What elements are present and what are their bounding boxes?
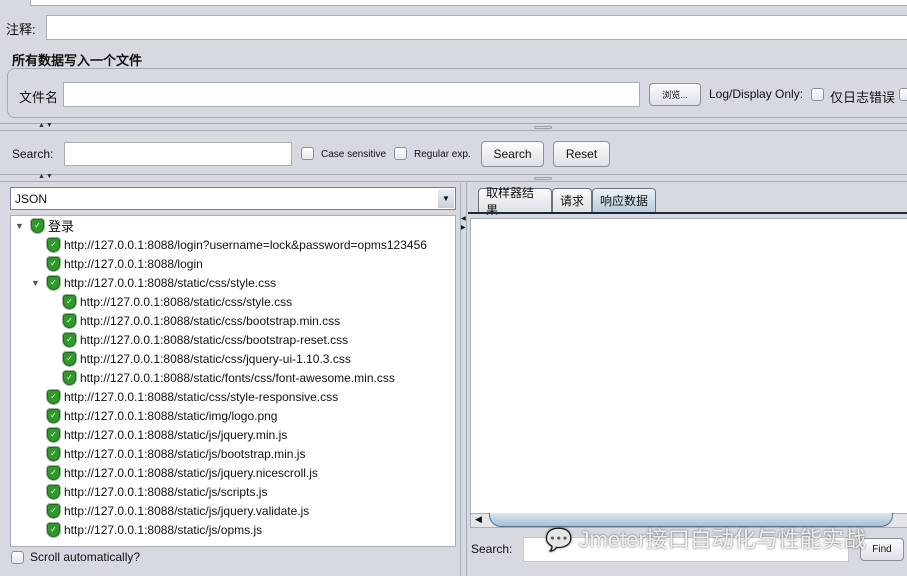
tree-item-label: http://127.0.0.1:8088/static/fonts/css/f… <box>80 370 395 385</box>
tree-item-label: http://127.0.0.1:8088/static/css/bootstr… <box>80 313 341 328</box>
scroll-auto-checkbox[interactable] <box>11 551 24 564</box>
tree-item[interactable]: ✓ http://127.0.0.1:8088/static/js/jquery.… <box>47 463 318 482</box>
collapse-arrows-icon[interactable]: ▲▼ <box>38 173 54 180</box>
collapse-arrows-icon[interactable]: ▲▼ <box>38 122 54 129</box>
reset-button[interactable]: Reset <box>553 141 610 167</box>
expand-icon[interactable]: ▼ <box>15 221 25 231</box>
success-shield-icon: ✓ <box>47 522 60 537</box>
tree-item[interactable]: ✓ http://127.0.0.1:8088/static/css/bootst… <box>63 330 348 349</box>
tree-item-label: http://127.0.0.1:8088/static/img/logo.pn… <box>64 408 278 423</box>
tree-item[interactable]: ✓ http://127.0.0.1:8088/static/js/jquery.… <box>47 501 309 520</box>
success-shield-icon: ✓ <box>47 256 60 271</box>
errors-only-label: 仅日志错误 <box>830 90 896 105</box>
results-tree[interactable]: ▼ ✓ 登录 ✓ http://127.0.0.1:8088/login?userna… <box>10 215 456 547</box>
grip-icon <box>534 177 552 180</box>
tree-item-label: http://127.0.0.1:8088/static/js/bootstra… <box>64 446 306 461</box>
renderer-select[interactable]: JSON ▼ <box>10 187 456 210</box>
renderer-selected: JSON <box>15 191 48 206</box>
tab-0[interactable]: 取样器结果 <box>478 186 552 217</box>
successes-checkbox[interactable] <box>899 88 907 101</box>
search-label: Search: <box>12 147 54 161</box>
tree-item-label: http://127.0.0.1:8088/static/js/jquery.v… <box>64 503 310 518</box>
success-shield-icon: ✓ <box>31 218 44 233</box>
scroll-auto-label: Scroll automatically? <box>30 550 141 564</box>
splitter-middle[interactable]: ▲▼ <box>0 173 907 182</box>
success-shield-icon: ✓ <box>47 389 60 404</box>
regex-checkbox[interactable] <box>394 147 407 160</box>
case-sensitive-checkbox[interactable] <box>301 147 314 160</box>
tree-item-label: http://127.0.0.1:8088/static/js/jquery.m… <box>64 427 288 442</box>
success-shield-icon: ✓ <box>47 408 60 423</box>
response-area[interactable] <box>470 218 907 514</box>
filename-input[interactable] <box>63 82 640 107</box>
tab-2[interactable]: 响应数据 <box>592 188 656 212</box>
success-shield-icon: ✓ <box>47 484 60 499</box>
tree-item[interactable]: ✓ http://127.0.0.1:8088/static/css/style.… <box>63 292 292 311</box>
tree-item-label: http://127.0.0.1:8088/static/css/style.c… <box>80 294 293 309</box>
success-shield-icon: ✓ <box>63 294 76 309</box>
tree-item-label: http://127.0.0.1:8088/static/css/style-r… <box>64 389 339 404</box>
tree-item-label: http://127.0.0.1:8088/static/js/opms.js <box>64 522 263 537</box>
comment-field[interactable] <box>46 15 907 40</box>
expand-icon[interactable]: ▼ <box>31 278 41 288</box>
browse-button[interactable]: 浏览... <box>649 83 701 106</box>
tree-root[interactable]: ▼ ✓ 登录 <box>15 216 74 235</box>
success-shield-icon: ✓ <box>47 465 60 480</box>
success-shield-icon: ✓ <box>47 446 60 461</box>
regex-label: Regular exp. <box>414 149 471 160</box>
success-shield-icon: ✓ <box>63 332 76 347</box>
tree-item[interactable]: ✓ http://127.0.0.1:8088/static/css/bootst… <box>63 311 340 330</box>
tree-root-label: 登录 <box>48 219 75 234</box>
success-shield-icon: ✓ <box>47 275 60 290</box>
tree-item-label: http://127.0.0.1:8088/static/js/scripts.… <box>64 484 268 499</box>
response-search-label: Search: <box>471 542 513 556</box>
tree-item[interactable]: ✓ http://127.0.0.1:8088/static/js/jquery.… <box>47 425 287 444</box>
name-field[interactable] <box>30 0 907 6</box>
filename-label: 文件名 <box>19 90 59 105</box>
comment-label: 注释: <box>6 22 36 37</box>
success-shield-icon: ✓ <box>63 351 76 366</box>
section-title: 所有数据写入一个文件 <box>12 53 143 68</box>
split-arrows-icon[interactable]: ◀ ▶ <box>461 215 466 233</box>
tree-item-label: http://127.0.0.1:8088/login <box>64 256 203 271</box>
success-shield-icon: ✓ <box>47 427 60 442</box>
tree-item[interactable]: ✓ http://127.0.0.1:8088/static/css/jquery… <box>63 349 351 368</box>
success-shield-icon: ✓ <box>47 503 60 518</box>
tree-item[interactable]: ✓ http://127.0.0.1:8088/static/css/style-… <box>47 387 338 406</box>
log-display-label: Log/Display Only: <box>709 87 804 101</box>
tree-item-label: http://127.0.0.1:8088/static/js/jquery.n… <box>64 465 318 480</box>
tree-item-label: http://127.0.0.1:8088/static/css/bootstr… <box>80 332 349 347</box>
tree-item[interactable]: ✓ http://127.0.0.1:8088/static/img/logo.p… <box>47 406 277 425</box>
search-button[interactable]: Search <box>481 141 544 167</box>
tree-item[interactable]: ✓ http://127.0.0.1:8088/static/js/scripts… <box>47 482 267 501</box>
wechat-icon: 💬 <box>545 527 573 552</box>
scroll-left-icon[interactable]: ◀ <box>475 514 482 525</box>
tree-item-label: http://127.0.0.1:8088/login?username=loc… <box>64 237 427 252</box>
tree-item[interactable]: ✓ http://127.0.0.1:8088/login <box>47 254 203 273</box>
tree-item[interactable]: ✓ http://127.0.0.1:8088/static/js/bootstr… <box>47 444 305 463</box>
success-shield-icon: ✓ <box>63 370 76 385</box>
tree-item[interactable]: ✓ http://127.0.0.1:8088/static/fonts/css/… <box>63 368 395 387</box>
success-shield-icon: ✓ <box>47 237 60 252</box>
tree-item-label: http://127.0.0.1:8088/static/css/style.c… <box>64 275 277 290</box>
search-input[interactable] <box>64 142 292 166</box>
vertical-splitter[interactable]: ◀ ▶ <box>460 183 467 576</box>
watermark: 💬 Jmeter接口自动化与性能实战 <box>545 522 866 554</box>
tree-item[interactable]: ▼ ✓ http://127.0.0.1:8088/static/css/style… <box>31 273 276 292</box>
case-sensitive-label: Case sensitive <box>321 149 387 160</box>
success-shield-icon: ✓ <box>63 313 76 328</box>
tab-1[interactable]: 请求 <box>552 188 592 212</box>
watermark-text: Jmeter接口自动化与性能实战 <box>578 527 866 552</box>
dropdown-arrow-icon[interactable]: ▼ <box>438 189 454 208</box>
grip-icon <box>534 126 552 129</box>
tab-strip-line <box>468 212 907 214</box>
tree-item[interactable]: ✓ http://127.0.0.1:8088/static/js/opms.js <box>47 520 262 539</box>
find-button[interactable]: Find <box>860 538 904 561</box>
tree-item[interactable]: ✓ http://127.0.0.1:8088/login?username=lo… <box>47 235 427 254</box>
splitter-top[interactable]: ▲▼ <box>0 122 907 131</box>
tree-item-label: http://127.0.0.1:8088/static/css/jquery-… <box>80 351 351 366</box>
errors-only-checkbox[interactable] <box>811 88 824 101</box>
